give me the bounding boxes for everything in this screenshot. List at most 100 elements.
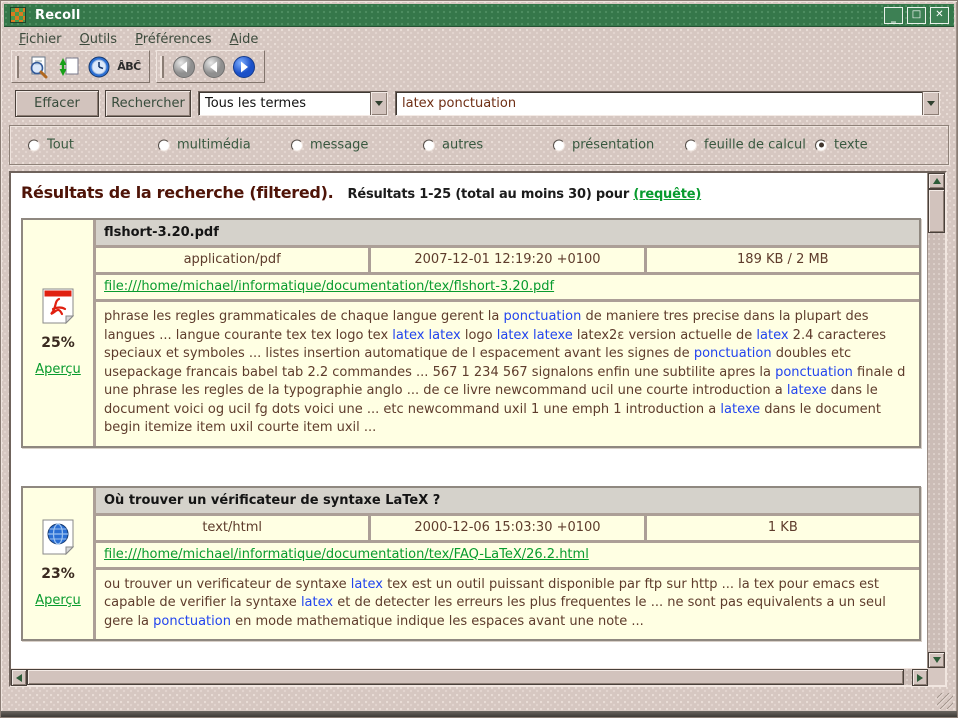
app-icon[interactable] [10,7,26,23]
relevance-percent: 23% [41,566,75,582]
window-bottom-edge [1,711,957,717]
chevron-down-icon[interactable] [370,92,387,115]
result-mimetype: text/html [96,516,368,540]
minimize-button[interactable]: _ [884,7,903,24]
horizontal-scroll-thumb[interactable] [27,669,904,685]
up-triangle-icon [933,178,941,184]
window-title: Recoll [35,8,81,23]
radio-label: message [310,138,368,153]
filetype-radio-option[interactable]: Tout [28,138,74,153]
forward-arrow-icon [232,55,256,79]
radio-button-icon [423,139,435,151]
radio-label: multimédia [177,138,251,153]
clock-icon [87,55,111,79]
scroll-right-button[interactable] [912,669,928,686]
scroll-up-button[interactable] [928,173,945,189]
search-bar: Effacer Rechercher Tous les termes latex… [4,87,954,121]
vertical-scroll-thumb[interactable] [928,189,945,233]
search-query-value: latex ponctuation [396,96,922,111]
filetype-radio-option[interactable]: message [291,138,368,153]
filetype-radio-option[interactable]: présentation [553,138,654,153]
vertical-scrollbar[interactable] [928,173,945,668]
menu-item[interactable]: Aide [221,30,268,49]
menu-item[interactable]: Fichier [10,30,71,49]
result-side-panel: 23% Aperçu [23,488,93,640]
nav-first-page-button[interactable] [170,54,198,80]
preview-link[interactable]: Aperçu [35,362,81,377]
chevron-down-icon[interactable] [922,92,939,115]
menu-item[interactable]: Préférences [126,30,220,49]
result-item: 25% Aperçu flshort-3.20.pdf application/… [21,218,921,448]
result-snippet: phrase les regles grammaticales de chaqu… [96,302,919,446]
highlighted-term: latexe [787,383,827,398]
toolbar-handle[interactable] [15,56,19,78]
filetype-radio-option[interactable]: multimédia [158,138,251,153]
results-stats: Résultats 1-25 (total au moins 30) pour … [348,187,702,202]
resize-grip[interactable] [937,693,953,709]
abc-spell-icon: ÂBĈ [117,60,140,73]
close-button[interactable]: ✕ [930,7,949,24]
highlighted-term: ponctuation [775,365,853,380]
nav-next-page-button[interactable] [230,54,258,80]
radio-label: Tout [47,138,74,153]
scroll-down-button[interactable] [928,652,945,668]
menu-item[interactable]: Outils [71,30,127,49]
result-url-row: file:///home/michael/informatique/docume… [96,275,919,299]
left-triangle-icon [16,674,22,682]
advanced-search-button[interactable] [25,54,53,80]
result-metadata: text/html 2000-12-06 15:03:30 +0100 1 KB [96,516,919,540]
menubar: FichierOutilsPréférencesAide [4,28,954,50]
toolbar: ÂBĈ [4,50,954,83]
sort-parameters-button[interactable] [55,54,83,80]
result-main: Où trouver un vérificateur de syntaxe La… [96,488,919,640]
vertical-scroll-trough[interactable] [928,233,945,652]
toolbar-group-navigation [156,50,265,83]
result-url-link[interactable]: file:///home/michael/informatique/docume… [104,547,589,562]
clear-button[interactable]: Effacer [15,90,99,117]
result-url-row: file:///home/michael/informatique/docume… [96,543,919,567]
radio-label: présentation [572,138,654,153]
radio-button-icon [553,139,565,151]
search-button[interactable]: Rechercher [105,90,191,117]
highlighted-term: latex latexe [497,328,573,343]
doc-magnifier-icon [27,55,51,79]
recoll-window: Recoll _ □ ✕ FichierOutilsPréférencesAid… [0,0,958,718]
toolbar-handle[interactable] [160,56,164,78]
query-details-link[interactable]: (requête) [633,187,701,202]
filetype-radio-option[interactable]: texte [815,138,868,153]
result-metadata: application/pdf 2007-12-01 12:19:20 +010… [96,248,919,272]
highlighted-term: ponctuation [153,614,231,629]
nav-prev-page-button[interactable] [200,54,228,80]
horizontal-scrollbar[interactable] [11,668,928,685]
result-date: 2007-12-01 12:19:20 +0100 [371,248,643,272]
result-mimetype: application/pdf [96,248,368,272]
scrollbar-corner [928,668,945,685]
filetype-radio-option[interactable]: autres [423,138,483,153]
right-triangle-icon [917,674,923,682]
result-title: flshort-3.20.pdf [96,220,919,245]
doc-sort-arrows-icon [57,55,81,79]
results-list: 25% Aperçu flshort-3.20.pdf application/… [19,218,925,641]
toolbar-group-tools: ÂBĈ [11,50,150,83]
results-panel: Résultats de la recherche (filtered). Ré… [9,171,947,687]
document-history-button[interactable] [85,54,113,80]
result-size: 1 KB [647,516,919,540]
horizontal-scroll-trough[interactable] [904,669,912,685]
back-arrow-disabled-icon [202,55,226,79]
preview-link[interactable]: Aperçu [35,593,81,608]
maximize-button[interactable]: □ [907,7,926,24]
result-url-link[interactable]: file:///home/michael/informatique/docume… [104,279,554,294]
result-main: flshort-3.20.pdf application/pdf 2007-12… [96,220,919,446]
filetype-radio-option[interactable]: feuille de calcul [685,138,806,153]
term-explorer-button[interactable]: ÂBĈ [115,54,143,80]
scroll-left-button[interactable] [11,669,27,686]
search-query-input[interactable]: latex ponctuation [395,91,940,116]
titlebar: Recoll _ □ ✕ [4,4,954,27]
result-title: Où trouver un vérificateur de syntaxe La… [96,488,919,513]
search-mode-select[interactable]: Tous les termes [198,91,388,116]
results-viewport: Résultats de la recherche (filtered). Ré… [11,173,928,668]
down-triangle-icon [933,657,941,663]
html-file-icon [42,519,74,555]
result-size: 189 KB / 2 MB [647,248,919,272]
result-date: 2000-12-06 15:03:30 +0100 [371,516,643,540]
